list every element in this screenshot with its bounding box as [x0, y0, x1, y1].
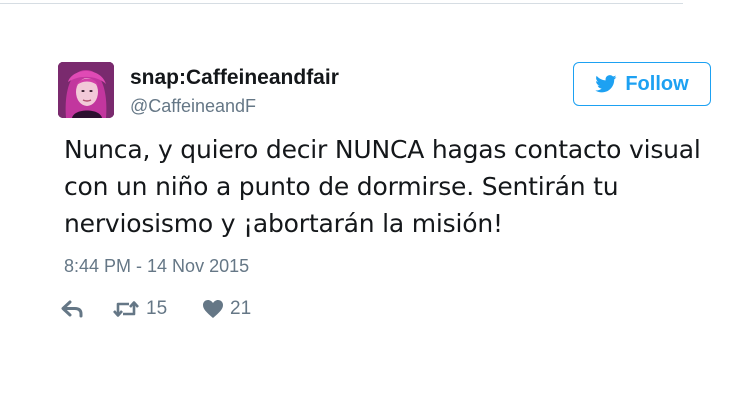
follow-label: Follow [625, 72, 689, 95]
tweet-text-line: con un niño a punto de dormirse. Sentirá… [64, 172, 619, 201]
tweet-timestamp[interactable]: 8:44 PM - 14 Nov 2015 [64, 256, 249, 277]
follow-button[interactable]: Follow [573, 62, 711, 106]
avatar-photo [58, 62, 114, 118]
like-button[interactable]: 21 [202, 298, 251, 320]
heart-icon [203, 300, 223, 318]
retweet-count: 15 [146, 298, 168, 319]
tweet-actions: 15 21 [60, 296, 251, 322]
like-count: 21 [230, 298, 252, 319]
divider [0, 3, 683, 4]
retweet-button[interactable]: 15 [112, 298, 202, 320]
tweet-card: snap:Caffeineandfair @CaffeineandF Follo… [0, 38, 750, 338]
username[interactable]: @CaffeineandF [130, 96, 256, 117]
avatar[interactable] [58, 62, 114, 118]
tweet-text-line: nerviosismo y ¡abortarán la misión! [64, 209, 503, 238]
page: snap:Caffeineandfair @CaffeineandF Follo… [0, 0, 750, 400]
reply-arrow-icon [61, 300, 83, 318]
display-name[interactable]: snap:Caffeineandfair [130, 66, 339, 90]
retweet-icon [113, 301, 139, 317]
tweet-text-line: Nunca, y quiero decir NUNCA hagas contac… [64, 135, 701, 164]
tweet-text: Nunca, y quiero decir NUNCA hagas contac… [64, 131, 724, 242]
reply-button[interactable] [60, 300, 112, 318]
twitter-bird-icon [595, 75, 617, 93]
